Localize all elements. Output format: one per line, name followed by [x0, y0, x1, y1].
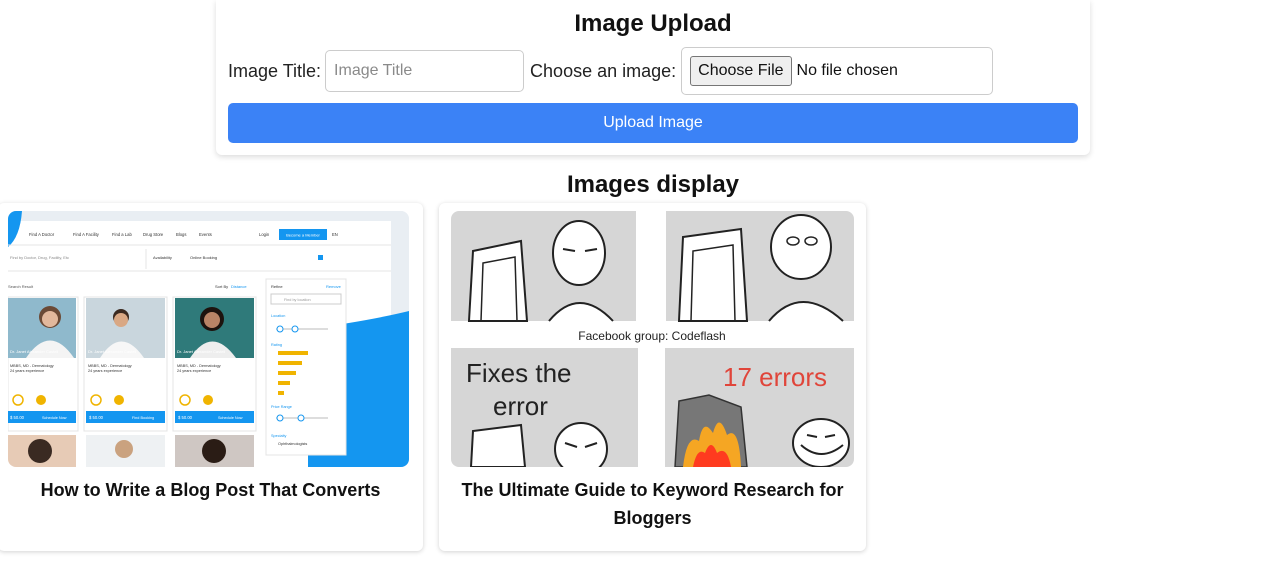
doctor-card-3: Dr. Janet Alexander Castell MBBS, MD - D…	[172, 296, 257, 432]
nav-item: Drug Store	[143, 232, 164, 237]
svg-text:$ 50.00: $ 50.00	[10, 415, 25, 420]
image-card[interactable]: Facebook group: Codeflash Fixes the erro…	[439, 203, 866, 551]
svg-text:Schedule Now: Schedule Now	[42, 416, 67, 420]
image-title-input[interactable]	[325, 50, 525, 92]
svg-text:Fixes the: Fixes the	[466, 358, 572, 388]
images-display-title: Images display	[566, 171, 740, 198]
choose-file-button[interactable]: Choose File	[690, 56, 792, 86]
meme-image: Facebook group: Codeflash Fixes the erro…	[451, 211, 854, 467]
meme-group-text: Facebook group: Codeflash	[578, 329, 725, 343]
svg-text:Specialty: Specialty	[271, 434, 287, 438]
svg-text:error: error	[493, 391, 548, 421]
sort-value: Distance	[231, 284, 247, 289]
svg-text:24 years experience: 24 years experience	[10, 369, 44, 373]
svg-text:Refine: Refine	[271, 284, 283, 289]
image-title-label: Image Title:	[228, 60, 322, 81]
nav-item: Find a Lab	[112, 232, 132, 237]
image-card[interactable]: Find A Doctor Find A Facility Find a Lab…	[0, 203, 423, 551]
doctor-card-2: Dr. Janet Alexander Castell MBBS, MD - D…	[83, 296, 168, 432]
svg-text:MBBS, MD - Dermatology: MBBS, MD - Dermatology	[88, 364, 132, 368]
upload-title: Image Upload	[574, 10, 732, 37]
svg-text:Dr. Janet Alexander Castell: Dr. Janet Alexander Castell	[10, 349, 58, 354]
nav-login: Login	[259, 232, 270, 237]
svg-text:MBBS, MD - Dermatology: MBBS, MD - Dermatology	[177, 364, 221, 368]
card-caption: The Ultimate Guide to Keyword Research f…	[461, 480, 844, 528]
results-label: Search Result	[8, 284, 34, 289]
filter-availability: Availability	[153, 255, 172, 260]
nav-item: Blogs	[176, 232, 186, 237]
svg-text:Dr. Janet Alexander Castell: Dr. Janet Alexander Castell	[88, 349, 136, 354]
card-thumbnail[interactable]: Facebook group: Codeflash Fixes the erro…	[451, 211, 854, 467]
nav-item: Find A Facility	[73, 232, 100, 237]
meme-panel-4: 17 errors	[665, 348, 854, 467]
svg-text:$ 50.00: $ 50.00	[89, 415, 104, 420]
svg-text:Schedule Now: Schedule Now	[218, 416, 243, 420]
upload-form-row: Image Title: Choose an image: Choose Fil…	[228, 47, 994, 95]
doctor-card-1: Dr. Janet Alexander Castell MBBS, MD - D…	[8, 296, 79, 432]
nav-lang: EN	[332, 232, 338, 237]
meme-panel-1	[451, 211, 636, 322]
choose-image-label: Choose an image:	[530, 60, 677, 81]
upload-image-button[interactable]: Upload Image	[228, 103, 1078, 143]
svg-text:24 years experience: 24 years experience	[177, 369, 211, 373]
svg-text:$ 50.00: $ 50.00	[178, 415, 193, 420]
svg-text:24 years experience: 24 years experience	[88, 369, 122, 373]
sort-label: Sort By	[215, 284, 228, 289]
card-caption: How to Write a Blog Post That Converts	[40, 480, 381, 500]
svg-text:Location: Location	[271, 314, 285, 318]
search-placeholder: Find by Doctor, Drug, Facility, Etc	[10, 255, 69, 260]
upload-panel: Image Upload Image Title: Choose an imag…	[216, 0, 1090, 155]
filter-online-booking: Online Booking	[190, 255, 217, 260]
svg-text:Find by location: Find by location	[284, 298, 311, 302]
svg-text:17 errors: 17 errors	[723, 362, 827, 392]
card-thumbnail[interactable]: Find A Doctor Find A Facility Find a Lab…	[8, 211, 409, 467]
file-input[interactable]: Choose File No file chosen	[681, 47, 994, 95]
svg-text:Find Booking: Find Booking	[132, 416, 154, 420]
doctor-site-screenshot: Find A Doctor Find A Facility Find a Lab…	[8, 211, 409, 467]
svg-text:Ophthalmologists: Ophthalmologists	[278, 442, 307, 446]
svg-text:MBBS, MD - Dermatology: MBBS, MD - Dermatology	[10, 364, 54, 368]
nav-item: Events	[199, 232, 212, 237]
file-status-text: No file chosen	[796, 62, 898, 79]
svg-text:Rating: Rating	[271, 343, 282, 347]
meme-panel-2	[666, 211, 854, 322]
svg-text:Remove: Remove	[326, 284, 342, 289]
refine-panel: Refine Remove Find by location Location …	[265, 278, 347, 456]
meme-panel-3: Fixes the error	[451, 348, 638, 467]
svg-text:Dr. Janet Alexander Castell: Dr. Janet Alexander Castell	[177, 349, 225, 354]
nav-item: Find A Doctor	[29, 232, 55, 237]
svg-text:Price Range: Price Range	[271, 405, 292, 409]
nav-cta: Become a Member	[286, 233, 320, 238]
